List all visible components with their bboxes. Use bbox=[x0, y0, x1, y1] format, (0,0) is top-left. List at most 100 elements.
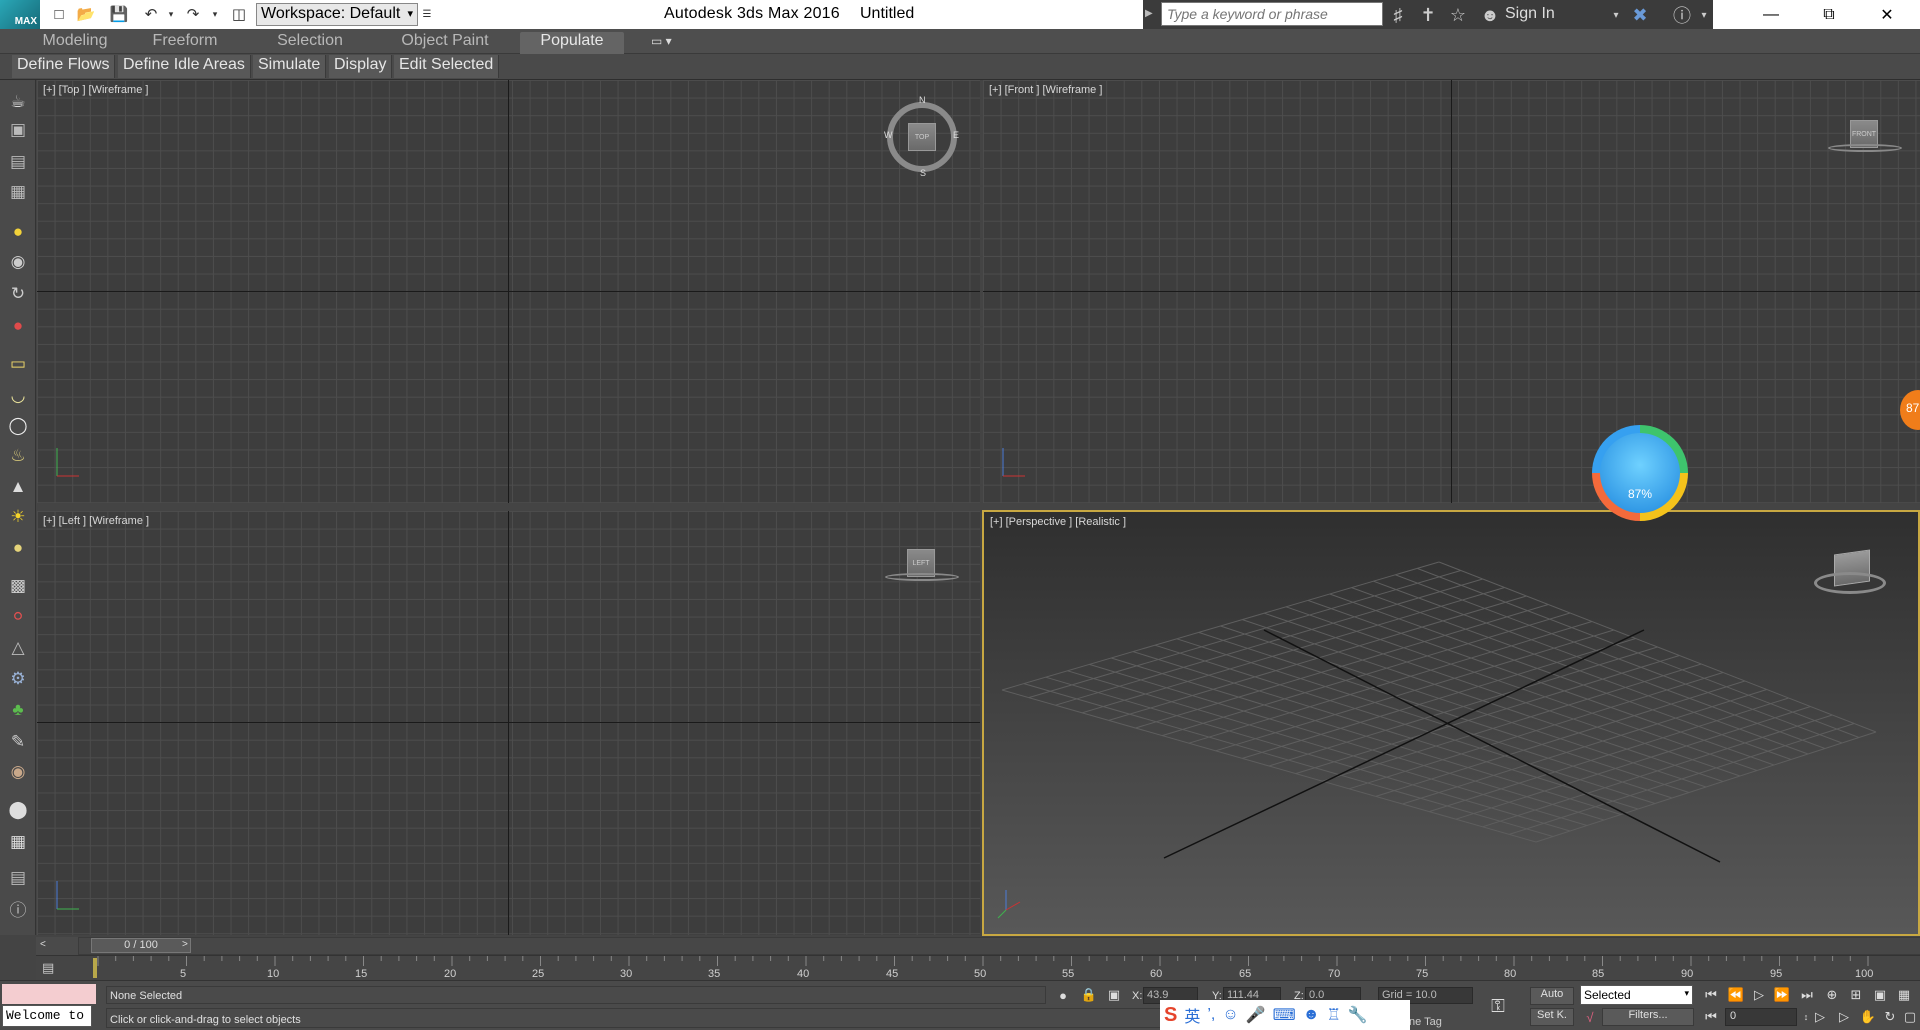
key-mode-toggle-icon[interactable]: ⏮ bbox=[1701, 1008, 1721, 1026]
hair-fur-icon[interactable]: ✎ bbox=[6, 730, 30, 754]
viewport-label[interactable]: [+] [Front ] [Wireframe ] bbox=[989, 84, 1102, 96]
previous-frame-icon[interactable]: ⏪ bbox=[1726, 986, 1746, 1004]
viewport-front[interactable]: [+] [Front ] [Wireframe ] FRONT bbox=[983, 80, 1920, 503]
skin-shirt-icon[interactable]: ♖ bbox=[1327, 1005, 1341, 1025]
zoom-icon[interactable]: ⊕ bbox=[1822, 986, 1842, 1004]
viewcube[interactable]: TOP bbox=[908, 123, 936, 151]
time-tag[interactable]: ne Tag bbox=[1409, 1016, 1442, 1028]
field-of-view-alt-icon[interactable]: ▷ bbox=[1834, 1008, 1854, 1026]
new-file-icon[interactable]: □ bbox=[48, 4, 70, 24]
current-frame-field[interactable]: 0 bbox=[1725, 1008, 1797, 1026]
key-filter-select[interactable]: Selected ▾ bbox=[1580, 985, 1693, 1005]
settings-gear-icon[interactable]: ⚙ bbox=[6, 667, 30, 691]
tab-object-paint[interactable]: Object Paint bbox=[390, 32, 500, 54]
layer-manager-icon[interactable]: ▤ bbox=[6, 150, 30, 174]
tab-modeling[interactable]: Modeling bbox=[30, 32, 120, 54]
set-key-button[interactable]: Set K. bbox=[1530, 1008, 1574, 1026]
spreadsheet-icon[interactable]: ▦ bbox=[6, 830, 30, 854]
undo-icon[interactable]: ↶ bbox=[140, 4, 162, 24]
time-slider-track[interactable] bbox=[78, 937, 1920, 955]
undo-dropdown-icon[interactable]: ▾ bbox=[160, 4, 182, 24]
viewport-perspective[interactable]: [+] [Perspective ] [Realistic ] bbox=[982, 510, 1920, 936]
time-slider-thumb[interactable]: 0 / 100 bbox=[91, 938, 191, 953]
quick-access-menu-icon[interactable]: ☰ bbox=[420, 4, 434, 25]
tab-populate[interactable]: Populate bbox=[520, 32, 624, 54]
go-to-end-icon[interactable]: ⏭ bbox=[1797, 986, 1817, 1004]
teapot-icon[interactable]: ☕ bbox=[6, 90, 30, 114]
define-idle-areas-button[interactable]: Define Idle Areas bbox=[118, 55, 251, 78]
display-button[interactable]: Display bbox=[329, 55, 393, 78]
user-icon[interactable]: ☻ bbox=[1478, 3, 1502, 27]
shaded-sphere-icon[interactable]: ⬤ bbox=[6, 798, 30, 822]
scene-explorer-icon[interactable]: ▦ bbox=[6, 180, 30, 204]
emoji-icon[interactable]: ☺ bbox=[1222, 1006, 1238, 1024]
ribbon-minimize-toggle-icon[interactable]: ▭ ▾ bbox=[651, 34, 681, 50]
go-to-start-icon[interactable]: ⏮ bbox=[1701, 986, 1721, 1004]
play-icon[interactable]: ▷ bbox=[1749, 986, 1769, 1004]
key-mode-icon[interactable]: √ bbox=[1580, 1008, 1600, 1026]
field-of-view-icon[interactable]: ▷ bbox=[1810, 1008, 1830, 1026]
open-file-icon[interactable]: 📂 bbox=[75, 4, 97, 24]
tab-selection[interactable]: Selection bbox=[265, 32, 355, 54]
sogou-logo-icon[interactable]: S bbox=[1164, 1004, 1177, 1027]
material-sphere-icon[interactable]: ● bbox=[6, 536, 30, 560]
user-avatar-icon[interactable]: ☻ bbox=[1303, 1006, 1320, 1024]
viewport-top[interactable]: [+] [Top ] [Wireframe ] TOP N S E W bbox=[37, 80, 980, 503]
script-icon[interactable]: ▤ bbox=[6, 866, 30, 890]
define-flows-button[interactable]: Define Flows bbox=[12, 55, 116, 78]
maxscript-mini-listener[interactable]: Welcome to bbox=[2, 1005, 92, 1027]
key-filters-button[interactable]: Filters... bbox=[1602, 1008, 1694, 1026]
hemisphere-icon[interactable]: ◡ bbox=[6, 384, 30, 408]
sign-in-dropdown-icon[interactable]: ▾ bbox=[1604, 3, 1628, 27]
bone-tool-icon[interactable]: ⚪ bbox=[6, 605, 30, 629]
help-question-icon[interactable]: ⓘ bbox=[6, 896, 30, 920]
maxscript-listener-mini[interactable] bbox=[2, 984, 96, 1004]
redo-icon[interactable]: ↷ bbox=[182, 4, 204, 24]
close-button[interactable]: ✕ bbox=[1858, 0, 1916, 29]
isolate-selection-icon[interactable]: ● bbox=[1053, 986, 1073, 1004]
zoom-all-icon[interactable]: ⊞ bbox=[1846, 986, 1866, 1004]
floating-assistant-widget[interactable]: 87% bbox=[1592, 425, 1688, 521]
help-icon[interactable]: ⓘ bbox=[1670, 3, 1694, 27]
wrench-icon[interactable]: 🔧 bbox=[1348, 1005, 1368, 1025]
next-frame-icon[interactable]: ⏩ bbox=[1772, 986, 1792, 1004]
time-slider-prev-button[interactable]: < bbox=[40, 939, 54, 953]
viewport-left[interactable]: [+] [Left ] [Wireframe ] LEFT bbox=[37, 511, 980, 935]
zoom-extents-icon[interactable]: ▣ bbox=[1870, 986, 1890, 1004]
app-logo[interactable]: MAX bbox=[0, 0, 40, 29]
search-input[interactable] bbox=[1161, 2, 1383, 26]
helper-rotate-icon[interactable]: ↻ bbox=[6, 282, 30, 306]
orbit-icon[interactable]: ↻ bbox=[1880, 1008, 1900, 1026]
simulate-button[interactable]: Simulate bbox=[253, 55, 327, 78]
viewport-label[interactable]: [+] [Left ] [Wireframe ] bbox=[43, 515, 149, 527]
punctuation-icon[interactable]: ’, bbox=[1207, 1006, 1215, 1024]
cone-icon[interactable]: ▲ bbox=[6, 475, 30, 499]
ime-language-toggle[interactable]: 英 bbox=[1184, 1003, 1200, 1027]
pan-hand-icon[interactable]: ✋ bbox=[1858, 1008, 1878, 1026]
project-folder-icon[interactable]: ◫ bbox=[228, 4, 250, 24]
particle-flow-icon[interactable]: ● bbox=[6, 314, 30, 338]
keyboard-icon[interactable]: ⌨ bbox=[1273, 1005, 1296, 1025]
plane-icon[interactable]: ▭ bbox=[6, 352, 30, 376]
zoom-extents-all-icon[interactable]: ▦ bbox=[1894, 986, 1914, 1004]
time-slider-next-button[interactable]: > bbox=[182, 939, 196, 953]
help-dropdown-icon[interactable]: ▾ bbox=[1692, 3, 1716, 27]
sphere-icon[interactable]: ◯ bbox=[6, 414, 30, 438]
absolute-mode-transform-icon[interactable]: ▣ bbox=[1104, 986, 1124, 1004]
sun-light-icon[interactable]: ☀ bbox=[6, 505, 30, 529]
maximize-viewport-icon[interactable]: ▢ bbox=[1900, 1008, 1920, 1026]
save-icon[interactable]: 💾 bbox=[108, 4, 130, 24]
cloth-icon[interactable]: ◉ bbox=[6, 760, 30, 784]
hatch-tool-icon[interactable]: ▩ bbox=[6, 574, 30, 598]
search-expand-icon[interactable]: ▶ bbox=[1145, 8, 1153, 19]
exchange-apps-icon[interactable]: ✖ bbox=[1628, 3, 1652, 27]
sign-in-link[interactable]: Sign In bbox=[1505, 5, 1555, 23]
minimize-button[interactable]: — bbox=[1742, 0, 1800, 29]
favorites-star-icon[interactable]: ☆ bbox=[1446, 3, 1470, 27]
set-key-icon[interactable]: ⚿ bbox=[1488, 996, 1508, 1016]
microphone-icon[interactable]: 🎤 bbox=[1246, 1005, 1266, 1025]
binoculars-icon[interactable]: ♯ bbox=[1386, 3, 1410, 27]
workspace-dropdown[interactable]: Workspace: Default ▾ bbox=[256, 3, 418, 26]
camera-icon[interactable]: ◉ bbox=[6, 250, 30, 274]
subscription-icon[interactable]: ✝ bbox=[1416, 3, 1440, 27]
